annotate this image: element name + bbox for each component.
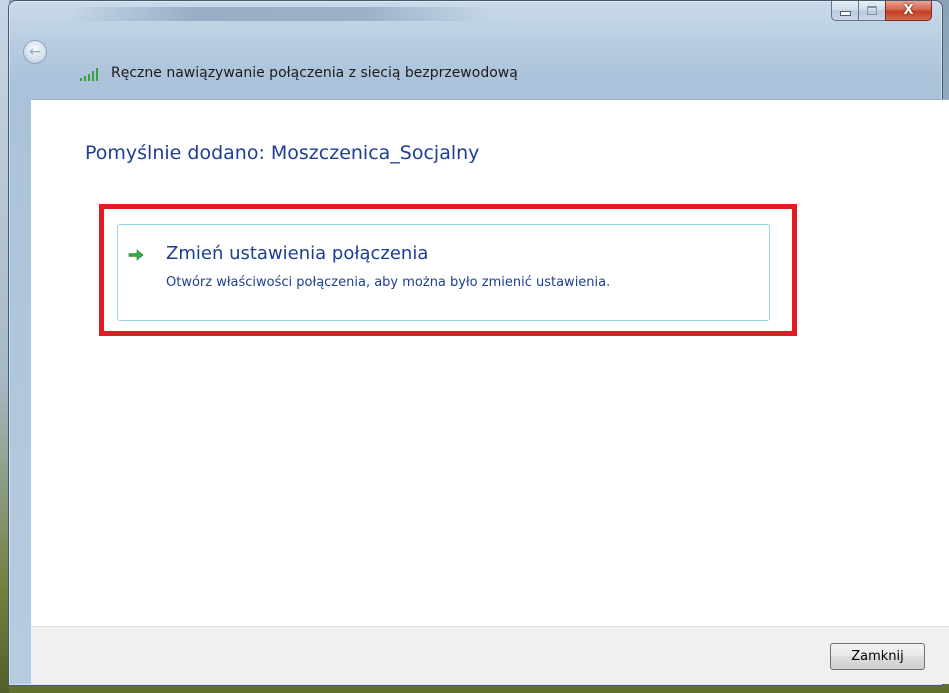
maximize-button[interactable] [858, 1, 885, 21]
page-heading: Pomyślnie dodano: Moszczenica_Socjalny [85, 142, 480, 164]
close-icon: X [903, 3, 914, 18]
close-button[interactable]: Zamknij [830, 643, 925, 670]
wizard-footer: Zamknij [31, 626, 949, 684]
wizard-title: Ręczne nawiązywanie połączenia z siecią … [111, 65, 518, 81]
title-bar-glow [69, 7, 489, 21]
caption-buttons: X [831, 1, 932, 23]
minimize-button[interactable] [831, 1, 858, 21]
option-title: Zmień ustawienia połączenia [166, 243, 429, 264]
wizard-window: X ← Ręczne nawiązywanie połączenia z sie… [8, 0, 949, 686]
back-arrow-icon: ← [29, 44, 41, 60]
minimize-icon [839, 11, 851, 16]
green-arrow-icon [128, 249, 144, 261]
wireless-signal-icon [80, 68, 98, 81]
back-button[interactable]: ← [23, 40, 47, 64]
option-description: Otwórz właściwości połączenia, aby można… [166, 275, 611, 290]
close-window-button[interactable]: X [885, 1, 932, 21]
maximize-icon [867, 6, 877, 15]
change-connection-settings-link[interactable]: Zmień ustawienia połączenia Otwórz właśc… [117, 224, 770, 321]
wizard-content: Pomyślnie dodano: Moszczenica_Socjalny Z… [31, 99, 949, 627]
